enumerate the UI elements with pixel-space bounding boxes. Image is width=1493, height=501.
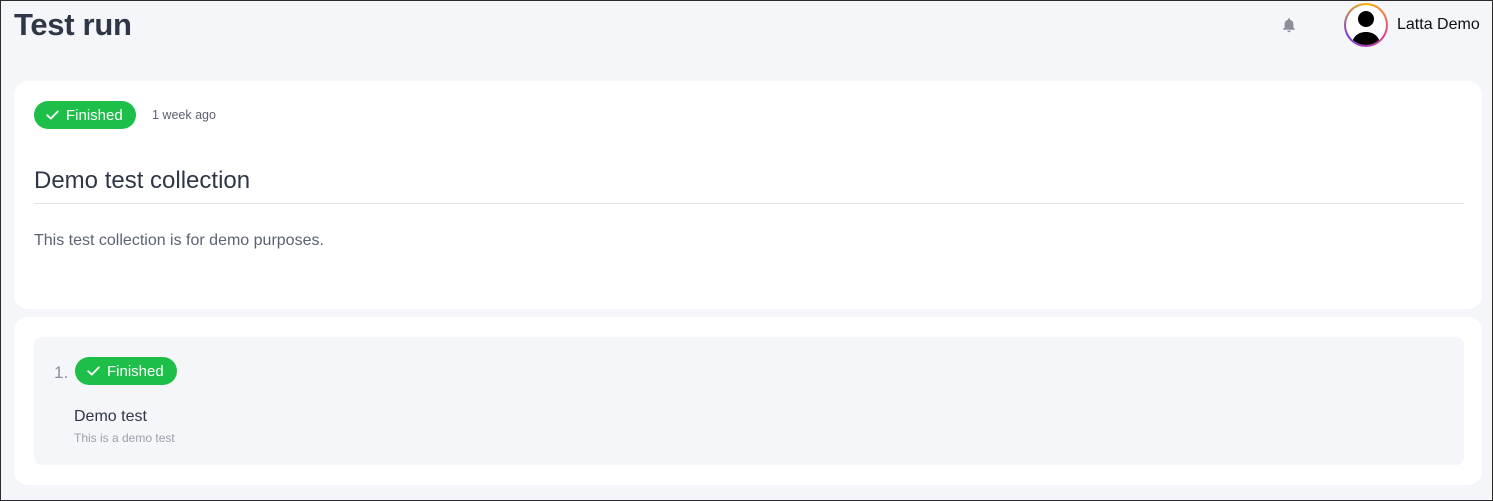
collection-description: This test collection is for demo purpose… bbox=[34, 232, 324, 249]
test-description: This is a demo test bbox=[74, 431, 175, 445]
notifications-button[interactable] bbox=[1280, 16, 1298, 34]
divider bbox=[34, 203, 1464, 204]
list-item[interactable]: 1. Finished Demo test This is a demo tes… bbox=[34, 337, 1464, 465]
run-timestamp: 1 week ago bbox=[152, 108, 216, 122]
status-badge-label: Finished bbox=[107, 362, 164, 380]
status-badge: Finished bbox=[34, 101, 136, 129]
user-silhouette-icon bbox=[1352, 11, 1380, 45]
run-summary-card: Finished 1 week ago Demo test collection… bbox=[14, 81, 1482, 309]
page-title: Test run bbox=[14, 7, 132, 42]
test-index: 1. bbox=[54, 363, 69, 382]
check-icon bbox=[46, 110, 59, 120]
avatar[interactable] bbox=[1344, 3, 1388, 47]
status-badge-label: Finished bbox=[66, 106, 123, 124]
tests-card: 1. Finished Demo test This is a demo tes… bbox=[14, 317, 1482, 485]
check-icon bbox=[87, 366, 100, 376]
user-name[interactable]: Latta Demo bbox=[1397, 16, 1480, 34]
collection-title: Demo test collection bbox=[34, 167, 251, 194]
status-badge: Finished bbox=[75, 357, 177, 385]
test-name[interactable]: Demo test bbox=[74, 408, 147, 426]
bell-icon bbox=[1283, 17, 1295, 32]
